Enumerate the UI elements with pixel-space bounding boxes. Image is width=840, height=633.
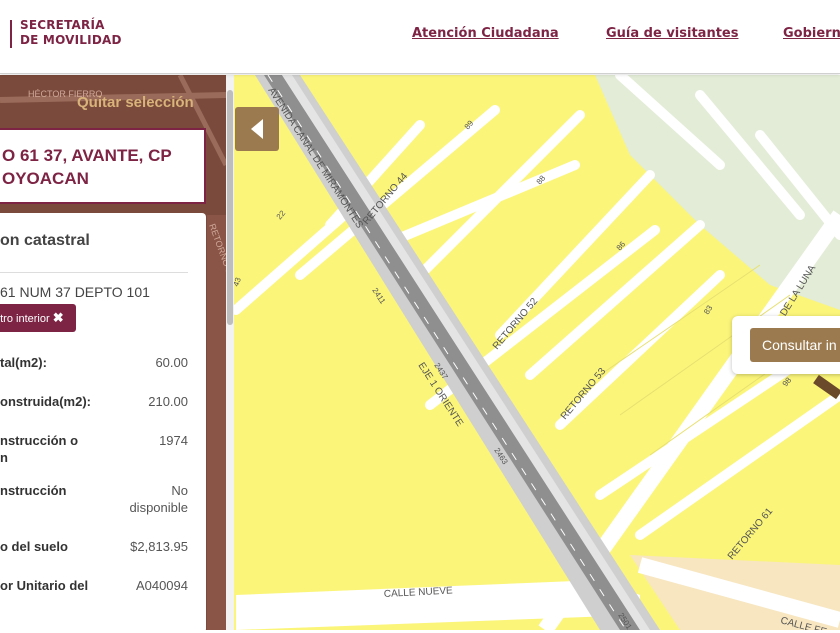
- label-retorno61: RETORNO 61: [726, 506, 776, 562]
- num-83: 83: [702, 303, 715, 316]
- row-value-uso: No disponible: [129, 483, 188, 515]
- map-popup: Consultar in: [732, 316, 840, 374]
- close-icon[interactable]: ✖: [53, 310, 64, 325]
- row-label-uso: nstrucción: [0, 483, 67, 498]
- nav-gobierno[interactable]: Gobierno: [783, 26, 840, 41]
- clear-selection-link[interactable]: Quitar selección: [77, 94, 194, 111]
- chip-label: otro interior: [0, 313, 50, 325]
- card-divider: [0, 272, 188, 273]
- collapse-panel-button[interactable]: [235, 107, 279, 151]
- consult-info-button[interactable]: Consultar in: [750, 328, 840, 362]
- row-label-construida: onstruida(m2):: [0, 394, 91, 409]
- row-label-valor-unitario: or Unitario del: [0, 578, 89, 593]
- cadastral-info-card: on catastral 61 NUM 37 DEPTO 101 otro in…: [0, 213, 206, 633]
- chevron-left-icon: [251, 119, 263, 139]
- site-header: SECRETARÍA DE MOVILIDAD Atención Ciudada…: [0, 0, 840, 74]
- num-2411: 2411: [370, 286, 387, 306]
- address-line2: OYOACAN: [2, 169, 89, 188]
- panel-scrollbar-thumb[interactable]: [227, 90, 233, 325]
- row-value-anio: 1974: [159, 433, 188, 448]
- num-22: 22: [275, 208, 288, 221]
- nav-guia-visitantes[interactable]: Guía de visitantes: [606, 26, 738, 41]
- row-value-terreno: 60.00: [155, 355, 188, 370]
- nav-atencion-ciudadana[interactable]: Atención Ciudadana: [412, 26, 559, 41]
- logo[interactable]: SECRETARÍA DE MOVILIDAD: [20, 18, 122, 48]
- other-interior-chip[interactable]: otro interior ✖: [0, 304, 76, 332]
- avenue-lane: [282, 75, 650, 630]
- logo-divider: [10, 20, 12, 48]
- card-subtitle: 61 NUM 37 DEPTO 101: [0, 284, 150, 300]
- logo-line1: SECRETARÍA: [20, 18, 105, 32]
- row-label-anio: nstrucción o n: [0, 433, 79, 465]
- row-label-terreno: tal(m2):: [0, 355, 47, 370]
- card-title: on catastral: [0, 232, 90, 249]
- row-label-valor-suelo: o del suelo: [0, 539, 68, 554]
- address-header: O 61 37, AVANTE, CP OYOACAN: [0, 128, 206, 204]
- logo-line2: DE MOVILIDAD: [20, 33, 122, 47]
- label-retorno53: RETORNO 53: [559, 366, 609, 422]
- row-value-valor-unitario: A040094: [135, 578, 188, 593]
- row-value-valor-suelo: $2,813.95: [130, 539, 188, 554]
- address-line1: O 61 37, AVANTE, CP: [2, 146, 172, 165]
- row-value-construida: 210.00: [148, 394, 188, 409]
